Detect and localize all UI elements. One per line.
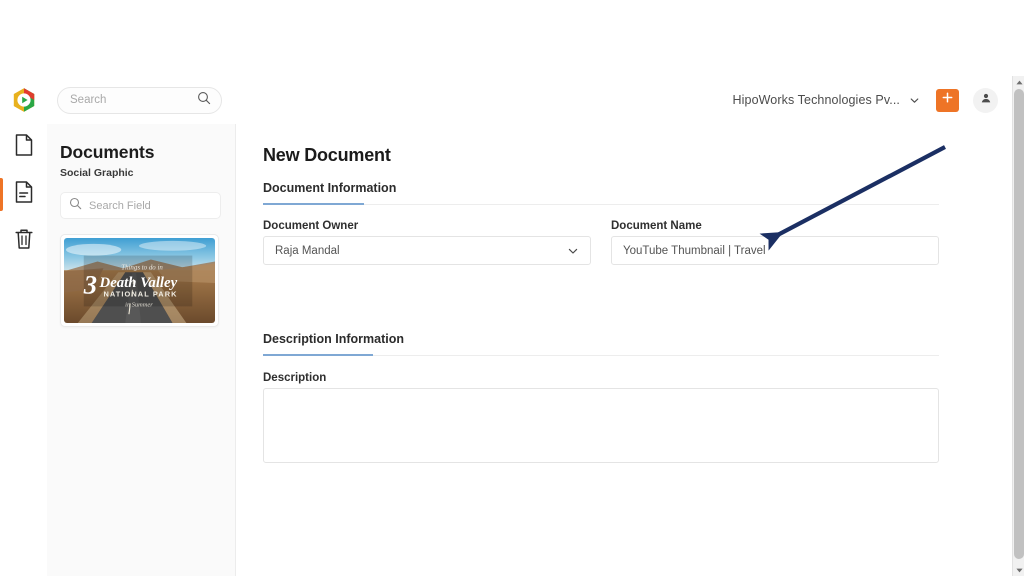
- vertical-scrollbar[interactable]: [1012, 76, 1024, 576]
- account-button[interactable]: [973, 87, 998, 113]
- top-bar-actions: HipoWorks Technologies Pv...: [732, 87, 1012, 113]
- app-logo[interactable]: [0, 76, 48, 124]
- section-divider: [263, 354, 939, 356]
- search-icon: [197, 91, 211, 110]
- section-divider: [263, 203, 939, 205]
- icon-rail: [0, 124, 48, 576]
- top-bar: HipoWorks Technologies Pv...: [0, 76, 1012, 125]
- form-title: New Document: [263, 145, 391, 165]
- file-blank-icon: [13, 133, 35, 162]
- section-heading-document-information: Document Information: [263, 181, 397, 195]
- scroll-up-arrow-icon[interactable]: [1013, 76, 1024, 88]
- chevron-down-icon: [567, 245, 579, 257]
- application-window: HipoWorks Technologies Pv...: [0, 76, 1024, 576]
- svg-text:Death Valley: Death Valley: [99, 275, 178, 291]
- organization-name: HipoWorks Technologies Pv...: [732, 93, 900, 107]
- panel-subtitle: Social Graphic: [60, 167, 134, 179]
- label-description: Description: [263, 372, 327, 384]
- svg-text:in Summer: in Summer: [125, 301, 153, 308]
- document-search[interactable]: [60, 192, 221, 219]
- chevron-down-icon[interactable]: [909, 95, 920, 106]
- search-icon: [69, 197, 82, 215]
- section-underline-accent: [263, 354, 373, 356]
- hipoworks-hexagon-logo-icon: [11, 87, 37, 113]
- svg-text:3: 3: [83, 270, 97, 300]
- page-title: Documents: [60, 142, 155, 162]
- add-new-button[interactable]: [936, 88, 959, 112]
- user-avatar-icon: [979, 91, 993, 110]
- file-lines-icon: [13, 180, 35, 209]
- global-search[interactable]: [57, 86, 222, 114]
- section-underline-accent: [263, 203, 364, 205]
- document-owner-select[interactable]: Raja Mandal: [263, 236, 591, 265]
- list-item[interactable]: Things to do in 3 Death Valley NATIONAL …: [60, 234, 219, 327]
- documents-list-panel: Documents Social Graphic Search Field Th…: [47, 124, 236, 576]
- plus-icon: [941, 91, 954, 109]
- label-document-owner: Document Owner: [263, 220, 359, 232]
- scroll-down-arrow-icon[interactable]: [1013, 564, 1024, 576]
- document-search-input[interactable]: [89, 199, 212, 212]
- sidebar-item-trash[interactable]: [0, 218, 47, 265]
- sidebar-item-templates[interactable]: [0, 171, 47, 218]
- svg-text:Things to do in: Things to do in: [121, 264, 163, 271]
- label-document-name: Document Name: [611, 220, 702, 232]
- svg-text:NATIONAL PARK: NATIONAL PARK: [103, 290, 177, 299]
- death-valley-thumbnail: Things to do in 3 Death Valley NATIONAL …: [64, 238, 215, 323]
- sidebar-item-documents[interactable]: [0, 124, 47, 171]
- document-name-input[interactable]: [611, 236, 939, 265]
- description-textarea[interactable]: [263, 388, 939, 463]
- main-content: New Document Document Information Docume…: [236, 124, 1012, 576]
- section-heading-description-information: Description Information: [263, 332, 404, 346]
- trash-icon: [13, 227, 35, 256]
- scrollbar-thumb[interactable]: [1014, 89, 1024, 559]
- document-owner-value: Raja Mandal: [275, 244, 340, 257]
- global-search-input[interactable]: [70, 94, 197, 106]
